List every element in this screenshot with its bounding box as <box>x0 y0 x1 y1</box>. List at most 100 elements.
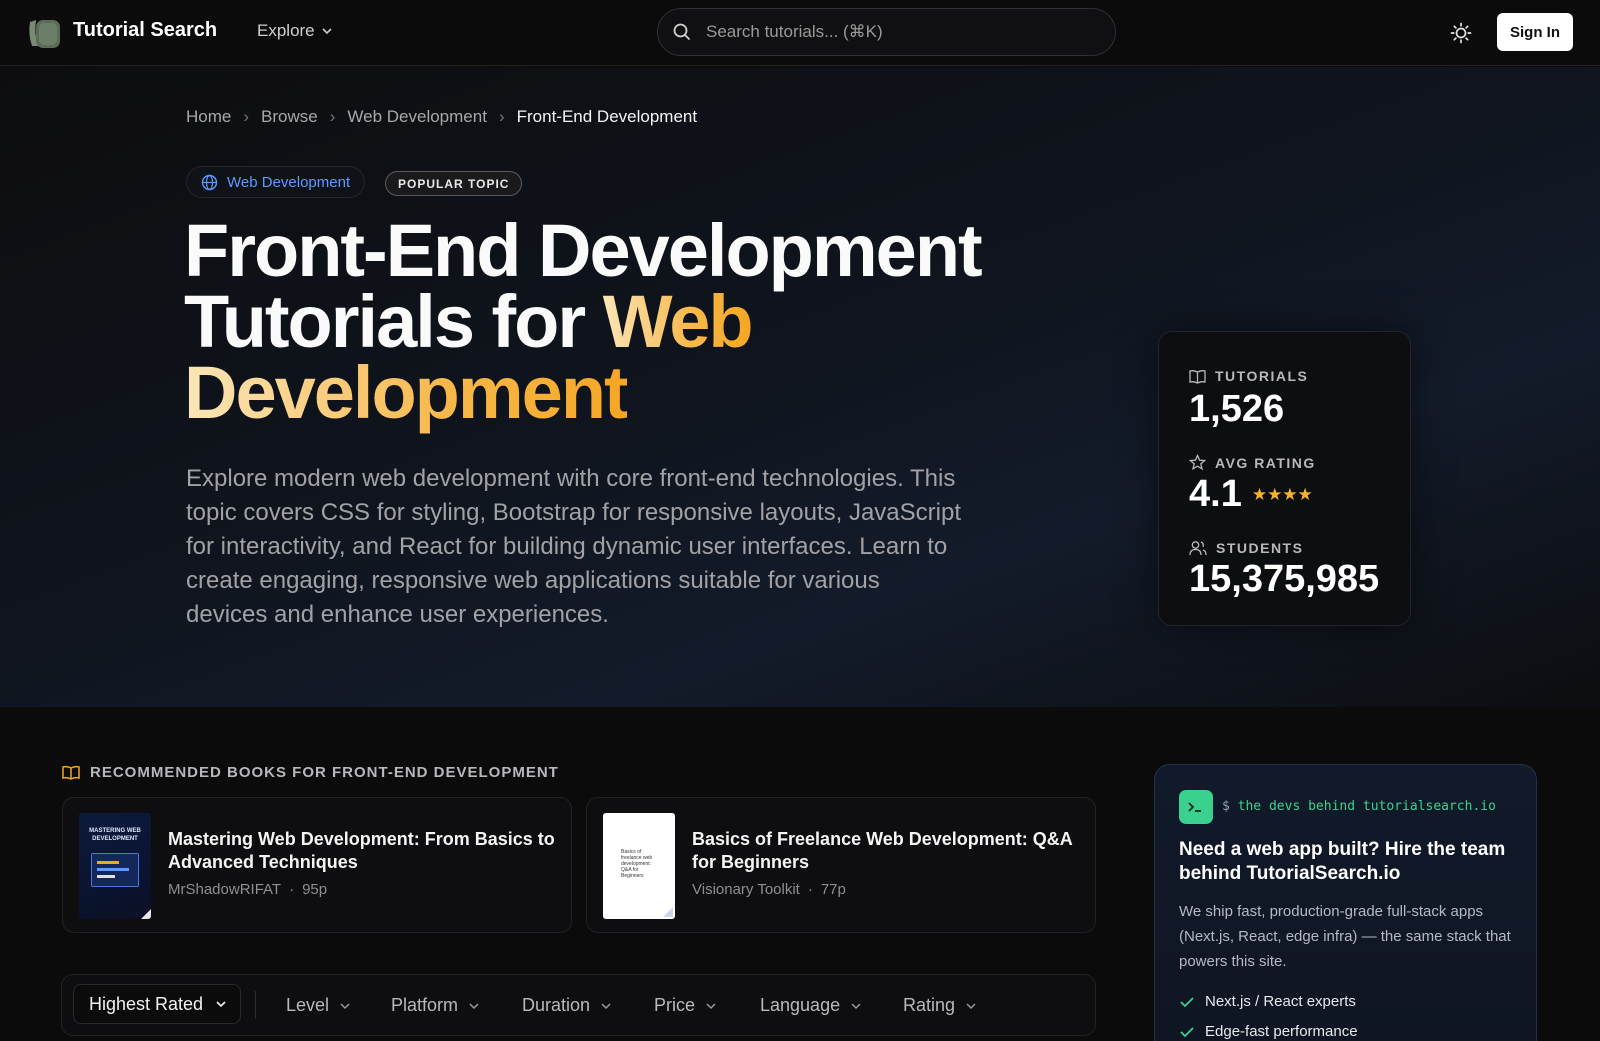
top-nav: Tutorial Search Explore Sign In <box>0 0 1600 66</box>
sort-label: Highest Rated <box>89 993 204 1014</box>
cover-illustration <box>97 868 129 871</box>
meta-separator: · <box>289 881 295 898</box>
rating-stat-label: AVG RATING <box>1189 454 1316 471</box>
filter-label: Platform <box>391 995 459 1015</box>
explore-menu[interactable]: Explore <box>257 21 333 41</box>
cover-illustration <box>141 909 151 919</box>
search-input[interactable] <box>706 22 1086 42</box>
title-line-1: Front-End Development <box>184 209 983 292</box>
tutorials-value: 1,526 <box>1189 388 1285 430</box>
rating-label: AVG RATING <box>1215 454 1316 471</box>
hire-team-promo[interactable]: $ the devs behind tutorialsearch.io Need… <box>1154 764 1537 1041</box>
meta-separator: · <box>807 881 813 898</box>
book-meta: MrShadowRIFAT · 95p <box>168 881 327 898</box>
category-pill[interactable]: Web Development <box>186 166 366 198</box>
title-line-3: Development <box>184 356 1084 430</box>
sun-icon[interactable] <box>1448 20 1474 46</box>
divider <box>255 991 256 1019</box>
promo-check-item: Edge-fast performance <box>1179 1023 1358 1040</box>
chevron-down-icon <box>706 1002 716 1009</box>
filter-platform[interactable]: Platform <box>391 995 480 1016</box>
check-label: Next.js / React experts <box>1205 993 1356 1010</box>
chevron-right-icon: › <box>329 107 336 126</box>
book-author: Visionary Toolkit <box>692 881 800 898</box>
chevron-down-icon <box>601 1002 611 1009</box>
book-meta: Visionary Toolkit · 77p <box>692 881 846 898</box>
filter-price[interactable]: Price <box>654 995 717 1016</box>
breadcrumb: Home › Browse › Web Development › Front-… <box>186 107 697 127</box>
terminal-text: the devs behind tutorialsearch.io <box>1237 799 1496 814</box>
rating-stars-icon: ★★★★ <box>1251 484 1313 504</box>
book-open-icon <box>1189 369 1206 384</box>
title-line-2: Tutorials for Web <box>184 285 1084 359</box>
category-label: Web Development <box>227 173 351 191</box>
book-open-icon <box>62 765 80 780</box>
popular-topic-badge: POPULAR TOPIC <box>385 171 523 196</box>
book-title: Basics of Freelance Web Development: Q&A… <box>692 829 1073 872</box>
stats-card: TUTORIALS 1,526 AVG RATING 4.1 ★★★★ STUD… <box>1158 331 1411 626</box>
filter-language[interactable]: Language <box>760 995 862 1016</box>
sort-dropdown[interactable]: Highest Rated <box>73 984 241 1024</box>
chevron-down-icon <box>216 1001 226 1008</box>
promo-check-item: Next.js / React experts <box>1179 993 1356 1010</box>
students-label: STUDENTS <box>1216 540 1304 556</box>
book-cover-title: MASTERING WEB DEVELOPMENT <box>89 828 141 842</box>
filter-rating[interactable]: Rating <box>903 995 977 1016</box>
book-pages: 77p <box>820 881 846 898</box>
filter-label: Level <box>286 995 330 1015</box>
cover-illustration <box>97 861 119 864</box>
check-icon <box>1180 1026 1194 1037</box>
book-card[interactable]: Basics of freelance web development: Q&A… <box>586 797 1096 933</box>
chevron-down-icon <box>469 1002 479 1009</box>
sign-in-button[interactable]: Sign In <box>1497 13 1573 51</box>
book-cover-title: Basics of freelance web development: Q&A… <box>621 849 653 879</box>
filter-duration[interactable]: Duration <box>522 995 612 1016</box>
cover-illustration <box>97 875 115 878</box>
book-card[interactable]: MASTERING WEB DEVELOPMENT Mastering Web … <box>62 797 572 933</box>
students-value: 15,375,985 <box>1189 558 1380 600</box>
explore-label: Explore <box>257 21 315 40</box>
rating-value: 4.1 <box>1189 473 1242 515</box>
filter-bar: Highest Rated Level Platform Duration Pr… <box>61 974 1096 1036</box>
search-icon <box>673 23 691 41</box>
star-outline-icon <box>1189 454 1206 471</box>
chevron-down-icon <box>322 28 332 35</box>
check-icon <box>1180 996 1194 1007</box>
filter-label: Language <box>760 995 841 1015</box>
book-pages: 95p <box>302 881 328 898</box>
breadcrumb-current: Front-End Development <box>516 107 698 126</box>
book-title: Mastering Web Development: From Basics t… <box>168 829 555 872</box>
promo-description: We ship fast, production-grade full-stac… <box>1179 903 1511 970</box>
breadcrumb-browse[interactable]: Browse <box>261 107 318 127</box>
filter-label: Rating <box>903 995 956 1015</box>
chevron-down-icon <box>340 1002 350 1009</box>
breadcrumb-web-development[interactable]: Web Development <box>347 107 487 127</box>
globe-icon <box>201 174 218 190</box>
hero-section: Home › Browse › Web Development › Front-… <box>0 67 1600 707</box>
book-cover: Basics of freelance web development: Q&A… <box>603 813 675 919</box>
recommended-books-title: RECOMMENDED BOOKS FOR FRONT-END DEVELOPM… <box>90 764 559 781</box>
title-accent-2: Development <box>184 351 629 434</box>
tutorials-stat-label: TUTORIALS <box>1189 368 1308 384</box>
chevron-right-icon: › <box>498 107 505 126</box>
rating-row: 4.1 ★★★★ <box>1189 473 1313 516</box>
brand-name[interactable]: Tutorial Search <box>73 19 217 42</box>
topic-description: Explore modern web development with core… <box>186 465 961 628</box>
filter-level[interactable]: Level <box>286 995 351 1016</box>
book-author: MrShadowRIFAT <box>168 881 282 898</box>
breadcrumb-home[interactable]: Home <box>186 107 231 127</box>
cover-illustration <box>663 907 673 917</box>
filter-label: Price <box>654 995 696 1015</box>
recommended-books-heading: RECOMMENDED BOOKS FOR FRONT-END DEVELOPM… <box>62 764 559 781</box>
chevron-right-icon: › <box>243 107 250 126</box>
chevron-down-icon <box>966 1002 976 1009</box>
book-cover: MASTERING WEB DEVELOPMENT <box>79 813 151 919</box>
chevron-down-icon <box>851 1002 861 1009</box>
page-title: Front-End Development Tutorials for Web … <box>184 209 1084 430</box>
terminal-line: $ the devs behind tutorialsearch.io <box>1222 799 1496 814</box>
students-stat-label: STUDENTS <box>1189 540 1303 556</box>
logo-icon[interactable] <box>24 16 62 50</box>
check-label: Edge-fast performance <box>1205 1023 1358 1040</box>
terminal-icon <box>1179 790 1213 824</box>
search-bar[interactable] <box>657 8 1116 56</box>
